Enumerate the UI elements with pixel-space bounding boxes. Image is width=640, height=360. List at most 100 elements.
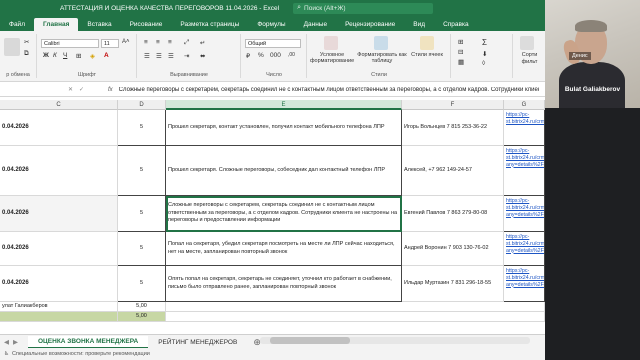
column-header-e[interactable]: E xyxy=(166,100,402,110)
comment-cell-selected[interactable]: Сложные переговоры с секретарем, секрета… xyxy=(166,196,402,232)
score-cell[interactable]: 5 xyxy=(118,232,166,266)
score-cell[interactable]: 5 xyxy=(118,146,166,196)
font-name-field[interactable]: Calibri xyxy=(41,39,99,48)
cancel-icon[interactable]: ✕ xyxy=(68,87,79,93)
link-cell[interactable]: https://pc-st.bitrix24.ru/crm/contact/de… xyxy=(504,266,545,302)
empty-cell[interactable] xyxy=(166,312,545,322)
score-cell[interactable]: 5 xyxy=(118,196,166,232)
fill-color-icon[interactable]: ◈ xyxy=(90,52,95,60)
font-grow-icon[interactable]: A˄ xyxy=(122,39,130,45)
total-value-cell[interactable]: 5,00 xyxy=(118,312,166,322)
enter-icon[interactable]: ✓ xyxy=(79,87,90,93)
orientation-icon[interactable]: ⤢ xyxy=(184,39,189,47)
tab-formulas[interactable]: Формулы xyxy=(248,21,294,31)
link-cell[interactable]: https://pc-st.bitrix24.ru/crm/contact/de… xyxy=(504,110,545,146)
tab-review[interactable]: Рецензирование xyxy=(336,21,404,31)
status-text[interactable]: Специальные возможности: проверьте реком… xyxy=(12,351,150,357)
align-bottom-icon[interactable]: ≡ xyxy=(168,39,172,46)
copy-icon[interactable]: ⧉ xyxy=(24,50,29,58)
sheet-tab-call-evaluation[interactable]: ОЦЕНКА ЗВОНКА МЕНЕДЖЕРА xyxy=(28,335,149,349)
tab-view[interactable]: Вид xyxy=(404,21,434,31)
column-header-d[interactable]: D xyxy=(118,100,166,110)
italic-button[interactable]: К xyxy=(53,52,57,59)
cut-icon[interactable]: ✂ xyxy=(24,38,29,46)
format-table-button[interactable]: Форматировать как таблицу xyxy=(356,52,408,64)
link-cell[interactable]: https://pc-st.bitrix24.ru/crm/contact/de… xyxy=(504,146,545,196)
fx-icon[interactable]: fx xyxy=(108,87,113,93)
borders-icon[interactable]: ⊞ xyxy=(76,52,81,60)
column-header-f[interactable]: F xyxy=(402,100,504,110)
autosum-icon[interactable]: Σ xyxy=(482,38,487,47)
font-size-field[interactable]: 11 xyxy=(101,39,119,48)
clear-icon[interactable]: ◊ xyxy=(482,60,485,67)
tab-help[interactable]: Справка xyxy=(434,21,478,31)
scrollbar-thumb[interactable] xyxy=(270,337,350,344)
conditional-format-icon[interactable] xyxy=(324,36,338,50)
empty-cell[interactable] xyxy=(166,302,545,312)
date-cell[interactable]: 0.04.2026 xyxy=(0,146,118,196)
align-top-icon[interactable]: ≡ xyxy=(144,39,148,46)
thousands-icon[interactable]: 000 xyxy=(270,52,281,59)
comment-cell[interactable]: Прошел секретаря, контакт установлен, по… xyxy=(166,110,402,146)
ribbon-tabs: Файл Главная Вставка Рисование Разметка … xyxy=(0,16,545,31)
contact-cell[interactable]: Игорь Вольнцев 7 815 253-36-22 xyxy=(402,110,504,146)
contact-cell[interactable]: Евгений Павлов 7 863 279-80-08 xyxy=(402,196,504,232)
tab-insert[interactable]: Вставка xyxy=(78,21,120,31)
tab-home[interactable]: Главная xyxy=(33,18,79,31)
insert-cells-icon[interactable]: ⊞ xyxy=(458,38,463,46)
tab-data[interactable]: Данные xyxy=(295,21,336,31)
contact-cell[interactable]: Алексей, +7 962 149-24-57 xyxy=(402,146,504,196)
filter-button[interactable]: фильт xyxy=(514,59,545,65)
link-cell[interactable]: https://pc-st.bitrix24.ru/crm/contact/de… xyxy=(504,196,545,232)
paste-icon[interactable] xyxy=(4,38,20,56)
horizontal-scrollbar[interactable] xyxy=(260,337,530,344)
score-cell[interactable]: 5 xyxy=(118,110,166,146)
formula-input[interactable]: Сложные переговоры с секретарем, секрета… xyxy=(119,87,539,93)
summary-value-cell[interactable]: 5,00 xyxy=(118,302,166,312)
cell-styles-icon[interactable] xyxy=(420,36,434,50)
date-cell[interactable]: 0.04.2026 xyxy=(0,266,118,302)
bold-button[interactable]: Ж xyxy=(43,52,49,59)
summary-manager-cell[interactable]: улат Галиакберов xyxy=(0,302,118,312)
contact-cell[interactable]: Ильдар Муртазин 7 831 296-18-55 xyxy=(402,266,504,302)
total-label-cell[interactable] xyxy=(0,312,118,322)
sort-button[interactable]: Сорти xyxy=(514,52,545,58)
search-box[interactable]: ⌕ Поиск (Alt+Ж) xyxy=(293,2,434,14)
date-cell[interactable]: 0.04.2026 xyxy=(0,110,118,146)
cell-styles-button[interactable]: Стили ячеек xyxy=(410,52,444,58)
align-right-icon[interactable]: ☰ xyxy=(168,52,174,60)
comment-cell[interactable]: Попал на секретаря, убедил секретаря пос… xyxy=(166,232,402,266)
contact-cell[interactable]: Андрей Воронин 7 903 130-76-02 xyxy=(402,232,504,266)
column-header-g[interactable]: G xyxy=(504,100,545,110)
currency-icon[interactable]: ₽ xyxy=(246,52,250,60)
comment-cell[interactable]: Прошел секретаря. Сложные переговоры, со… xyxy=(166,146,402,196)
align-left-icon[interactable]: ☰ xyxy=(144,52,150,60)
align-middle-icon[interactable]: ≡ xyxy=(156,39,160,46)
conditional-format-button[interactable]: Условное форматирование xyxy=(310,52,354,64)
font-color-icon[interactable]: A xyxy=(104,52,109,59)
wrap-text-icon[interactable]: ↵ xyxy=(200,39,205,47)
sheet-nav-icon[interactable]: ◀▶ xyxy=(4,338,28,346)
tab-file[interactable]: Файл xyxy=(0,21,34,31)
fill-icon[interactable]: ⬇ xyxy=(482,50,487,58)
format-cells-icon[interactable]: ▦ xyxy=(458,58,464,66)
align-center-icon[interactable]: ☰ xyxy=(156,52,162,60)
decimal-icon[interactable]: ,00 xyxy=(288,52,295,58)
column-header-c[interactable]: C xyxy=(0,100,118,110)
date-cell[interactable]: 0.04.2026 xyxy=(0,232,118,266)
underline-button[interactable]: Ч xyxy=(63,52,67,59)
date-cell[interactable]: 0.04.2026 xyxy=(0,196,118,232)
format-table-icon[interactable] xyxy=(374,36,388,50)
link-cell[interactable]: https://pc-st.bitrix24.ru/crm/contact/de… xyxy=(504,232,545,266)
percent-icon[interactable]: % xyxy=(258,52,264,59)
sort-filter-icon[interactable] xyxy=(520,36,534,50)
merge-icon[interactable]: ⬌ xyxy=(200,52,205,60)
delete-cells-icon[interactable]: ⊟ xyxy=(458,48,463,56)
score-cell[interactable]: 5 xyxy=(118,266,166,302)
comment-cell[interactable]: Опять попал на секретаря, секретарь не с… xyxy=(166,266,402,302)
sheet-tab-manager-rating[interactable]: РЕЙТИНГ МЕНЕДЖЕРОВ xyxy=(148,337,247,348)
tab-page-layout[interactable]: Разметка страницы xyxy=(171,21,248,31)
tab-draw[interactable]: Рисование xyxy=(121,21,172,31)
number-format-field[interactable]: Общий xyxy=(245,39,301,48)
indent-icon[interactable]: ⇥ xyxy=(184,52,189,60)
